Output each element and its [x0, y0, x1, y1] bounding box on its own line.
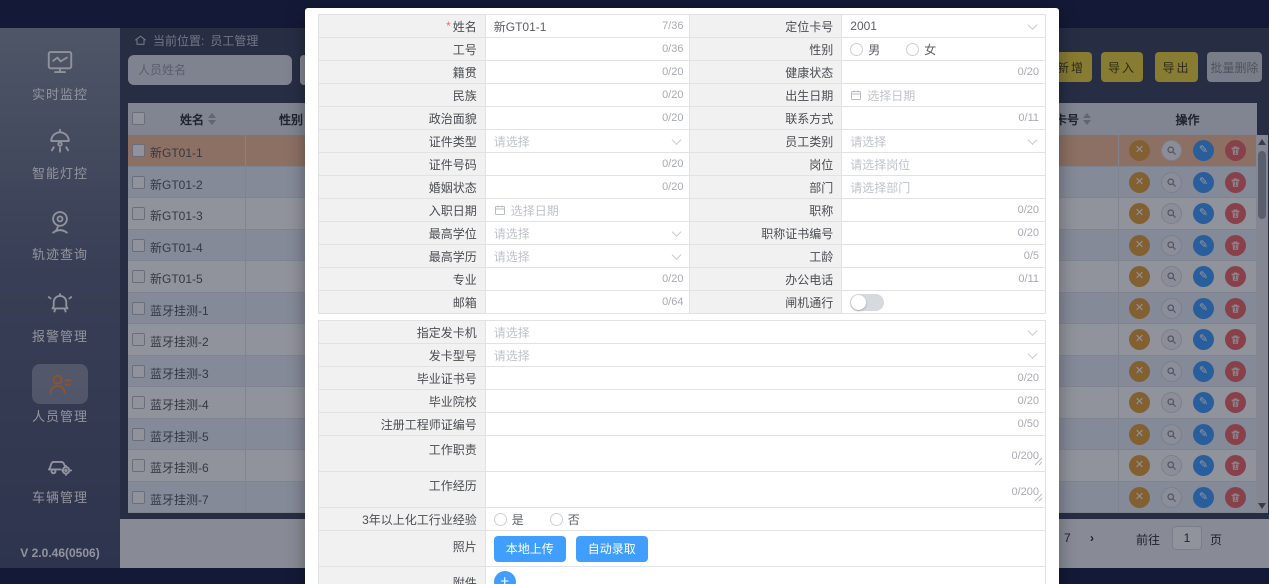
- gender-radio-female[interactable]: 女: [906, 41, 936, 58]
- work-experience-textarea[interactable]: 0/200: [486, 472, 1046, 508]
- field-label: 证件号码: [429, 156, 477, 173]
- radio-circle-icon: [906, 43, 919, 56]
- field-label: 工龄: [809, 248, 833, 265]
- degree-select[interactable]: 请选择: [486, 222, 691, 245]
- field-label: 入职日期: [429, 202, 477, 219]
- field-label: 注册工程师证编号: [381, 416, 477, 433]
- employee-form-paired: *姓名 新GT01-17/36 定位卡号 2001 工号 0/36 性别 男 女…: [318, 14, 1046, 314]
- political-status-field[interactable]: 0/20: [486, 107, 691, 130]
- birth-date-picker[interactable]: 选择日期: [842, 84, 1046, 107]
- field-label: 政治面貌: [429, 110, 477, 127]
- seniority-field[interactable]: 0/5: [842, 245, 1046, 268]
- required-asterisk: *: [446, 19, 451, 33]
- field-label: 婚姻状态: [429, 179, 477, 196]
- field-label: 工作经历: [429, 477, 477, 494]
- post-field[interactable]: 请选择岗位: [842, 153, 1046, 176]
- locator-card-select[interactable]: 2001: [842, 15, 1046, 38]
- calendar-icon: [850, 89, 862, 101]
- chevron-down-icon: [1028, 326, 1038, 336]
- experience-radio-yes[interactable]: 是: [494, 511, 524, 528]
- chevron-down-icon: [1028, 135, 1038, 145]
- field-label: 职称证书编号: [761, 225, 833, 242]
- chevron-down-icon: [1028, 349, 1038, 359]
- auto-capture-button[interactable]: 自动录取: [576, 536, 648, 562]
- experience-radio-no[interactable]: 否: [550, 511, 580, 528]
- field-label: 照片: [453, 538, 477, 555]
- local-upload-button[interactable]: 本地上传: [494, 536, 566, 562]
- employee-edit-modal: *姓名 新GT01-17/36 定位卡号 2001 工号 0/36 性别 男 女…: [305, 8, 1059, 584]
- card-issuer-select[interactable]: 请选择: [486, 321, 1046, 344]
- id-number-field[interactable]: 0/20: [486, 153, 691, 176]
- health-status-field[interactable]: 0/20: [842, 61, 1046, 84]
- resize-handle-icon[interactable]: [1034, 491, 1043, 505]
- field-label: 毕业院校: [429, 393, 477, 410]
- field-label: 定位卡号: [785, 18, 833, 35]
- field-label: 附件: [453, 574, 477, 584]
- field-label: 员工类别: [785, 133, 833, 150]
- contact-field[interactable]: 0/11: [842, 107, 1046, 130]
- radio-circle-icon: [850, 43, 863, 56]
- add-attachment-button[interactable]: +: [494, 571, 516, 584]
- field-label: 办公电话: [785, 271, 833, 288]
- gate-pass-toggle[interactable]: [850, 294, 884, 311]
- id-type-select[interactable]: 请选择: [486, 130, 691, 153]
- field-label: 部门: [809, 179, 833, 196]
- job-duties-textarea[interactable]: 0/200: [486, 436, 1046, 472]
- field-label: 籍贯: [453, 64, 477, 81]
- field-label: 工号: [453, 41, 477, 58]
- radio-circle-icon: [494, 513, 507, 526]
- field-label: 3年以上化工行业经验: [362, 511, 477, 528]
- ethnicity-field[interactable]: 0/20: [486, 84, 691, 107]
- field-label: 指定发卡机: [417, 324, 477, 341]
- title-cert-field[interactable]: 0/20: [842, 222, 1046, 245]
- marital-status-field[interactable]: 0/20: [486, 176, 691, 199]
- department-field[interactable]: 请选择部门: [842, 176, 1046, 199]
- diploma-number-field[interactable]: 0/20: [486, 367, 1046, 390]
- field-label: 职称: [809, 202, 833, 219]
- chevron-down-icon: [672, 135, 682, 145]
- employee-type-select[interactable]: 请选择: [842, 130, 1046, 153]
- field-label: 民族: [453, 87, 477, 104]
- alma-mater-field[interactable]: 0/20: [486, 390, 1046, 413]
- email-field[interactable]: 0/64: [486, 291, 691, 314]
- major-field[interactable]: 0/20: [486, 268, 691, 291]
- native-place-field[interactable]: 0/20: [486, 61, 691, 84]
- field-label: 最高学历: [429, 248, 477, 265]
- field-label: 姓名: [453, 18, 477, 35]
- field-label: 岗位: [809, 156, 833, 173]
- resize-handle-icon[interactable]: [1034, 455, 1043, 469]
- chevron-down-icon: [1028, 20, 1038, 30]
- chevron-down-icon: [672, 227, 682, 237]
- field-label: 邮箱: [453, 294, 477, 311]
- field-label: 最高学位: [429, 225, 477, 242]
- name-field[interactable]: 新GT01-17/36: [486, 15, 691, 38]
- field-label: 健康状态: [785, 64, 833, 81]
- field-label: 出生日期: [785, 87, 833, 104]
- field-label: 闸机通行: [785, 294, 833, 311]
- card-model-select[interactable]: 请选择: [486, 344, 1046, 367]
- field-label: 专业: [453, 271, 477, 288]
- chevron-down-icon: [672, 250, 682, 260]
- field-label: 联系方式: [785, 110, 833, 127]
- field-label: 毕业证书号: [417, 370, 477, 387]
- office-phone-field[interactable]: 0/11: [842, 268, 1046, 291]
- field-label: 发卡型号: [429, 347, 477, 364]
- gender-radio-male[interactable]: 男: [850, 41, 880, 58]
- engineer-cert-field[interactable]: 0/50: [486, 413, 1046, 436]
- hire-date-picker[interactable]: 选择日期: [486, 199, 691, 222]
- employee-form-full: 指定发卡机 请选择 发卡型号 请选择 毕业证书号 0/20 毕业院校 0/20 …: [318, 320, 1046, 584]
- field-label: 工作职责: [429, 441, 477, 458]
- title-field[interactable]: 0/20: [842, 199, 1046, 222]
- employee-id-field[interactable]: 0/36: [486, 38, 691, 61]
- field-label: 性别: [809, 41, 833, 58]
- calendar-icon: [494, 204, 506, 216]
- radio-circle-icon: [550, 513, 563, 526]
- field-label: 证件类型: [429, 133, 477, 150]
- education-select[interactable]: 请选择: [486, 245, 691, 268]
- app-window: 实时监控 智能灯控 轨迹查询 报警管理 人员管理: [0, 0, 1269, 584]
